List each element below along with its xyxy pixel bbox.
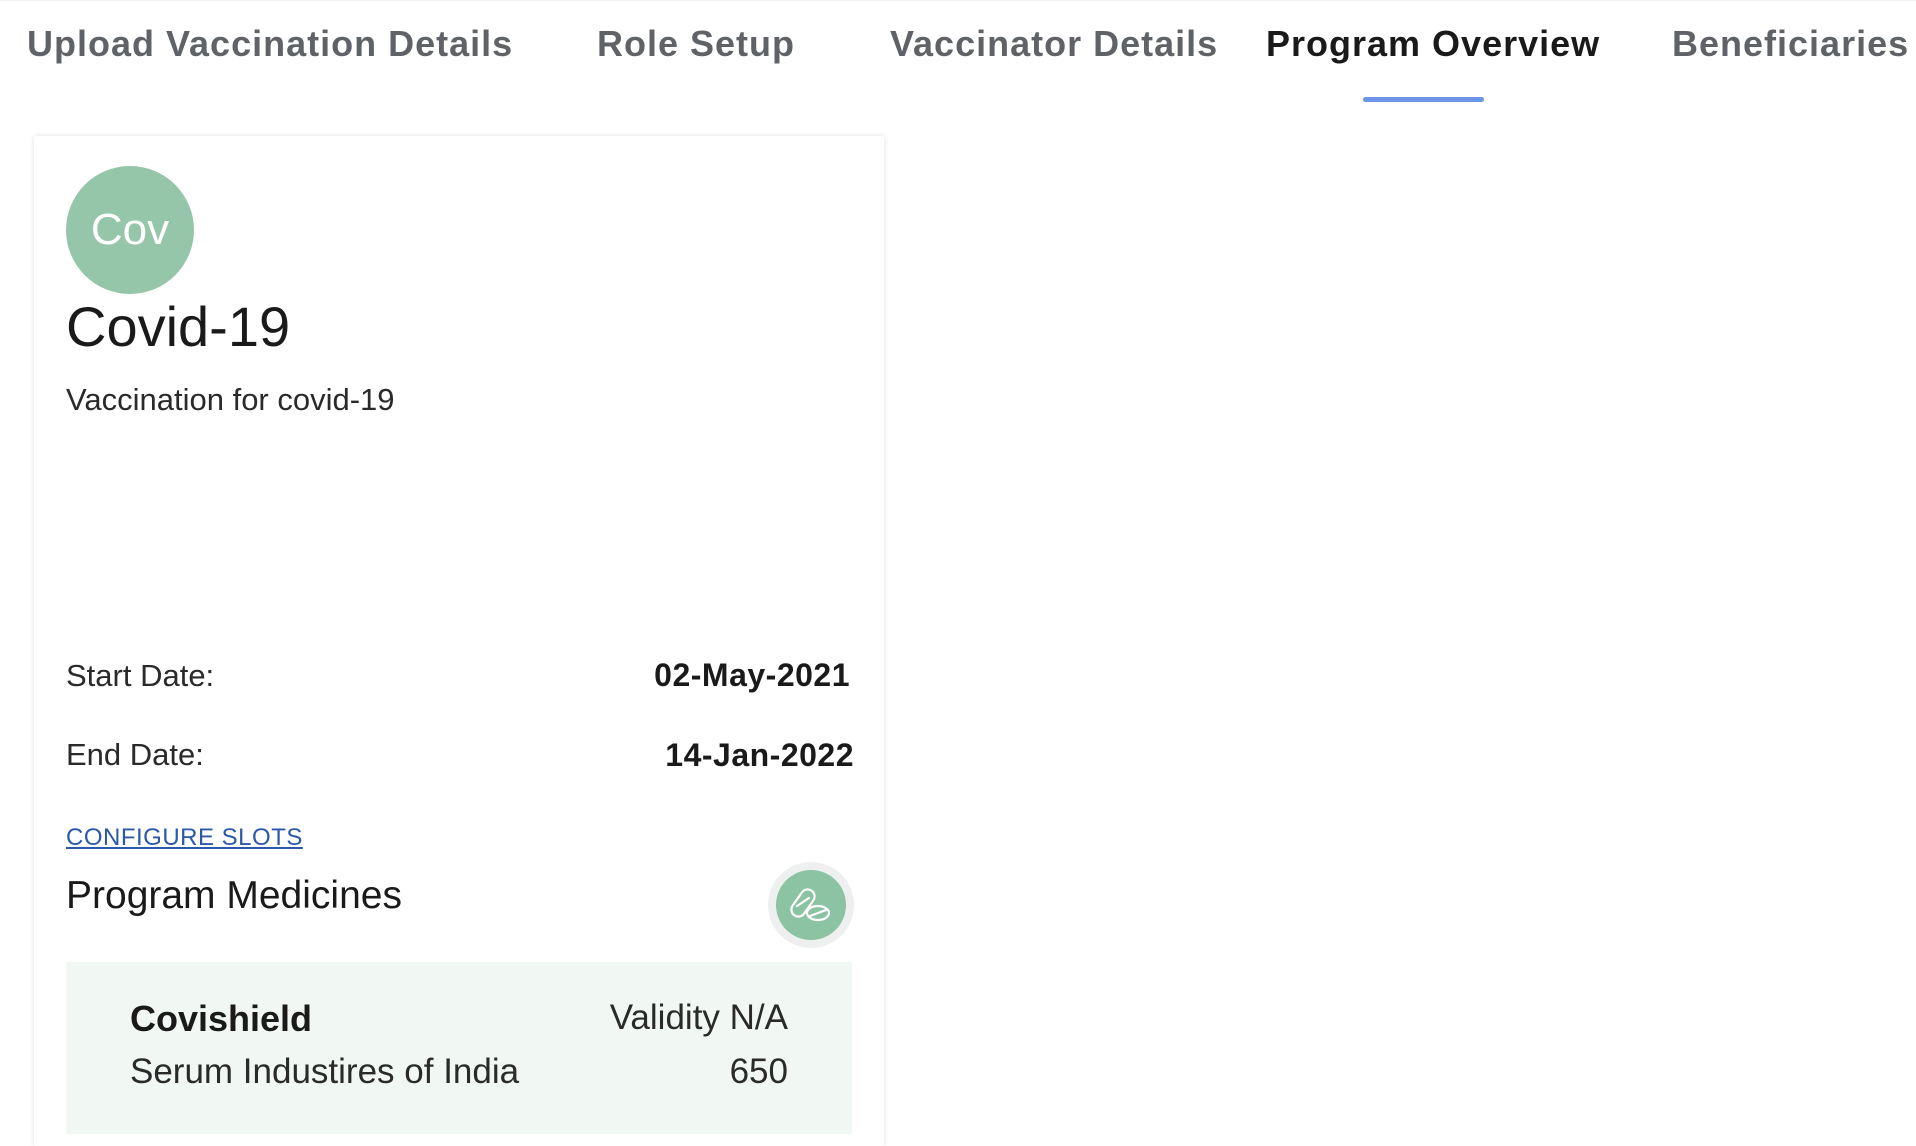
end-date-label: End Date: bbox=[66, 737, 204, 772]
tab-bar: Upload Vaccination Details Role Setup Va… bbox=[0, 0, 1916, 102]
program-medicines-title: Program Medicines bbox=[66, 874, 402, 917]
start-date-label: Start Date: bbox=[66, 658, 215, 693]
add-medicine-button[interactable] bbox=[768, 862, 854, 948]
tab-upload-vaccination-details[interactable]: Upload Vaccination Details bbox=[27, 23, 513, 65]
pill-icon bbox=[790, 888, 831, 922]
tab-role-setup[interactable]: Role Setup bbox=[597, 23, 795, 65]
start-date-value: 02-May-2021 bbox=[654, 657, 850, 693]
active-tab-indicator bbox=[1363, 97, 1484, 102]
program-title: Covid-19 bbox=[66, 295, 291, 358]
program-card: Cov Covid-19 Vaccination for covid-19 St… bbox=[34, 136, 884, 1146]
medicine-manufacturer: Serum Industires of India bbox=[130, 1052, 520, 1091]
medicine-name: Covishield bbox=[130, 998, 313, 1039]
tab-beneficiaries[interactable]: Beneficiaries bbox=[1672, 23, 1909, 65]
program-avatar: Cov bbox=[66, 166, 194, 294]
end-date-value: 14-Jan-2022 bbox=[665, 737, 854, 773]
configure-slots-link[interactable]: CONFIGURE SLOTS bbox=[66, 824, 303, 852]
tab-vaccinator-details[interactable]: Vaccinator Details bbox=[890, 23, 1218, 65]
medicine-validity: Validity N/A bbox=[609, 998, 788, 1037]
tab-program-overview[interactable]: Program Overview bbox=[1266, 23, 1600, 65]
program-description: Vaccination for covid-19 bbox=[66, 382, 395, 417]
medicine-price: 650 bbox=[729, 1052, 788, 1091]
medicine-item: Covishield Validity N/A Serum Industires… bbox=[66, 962, 852, 1134]
